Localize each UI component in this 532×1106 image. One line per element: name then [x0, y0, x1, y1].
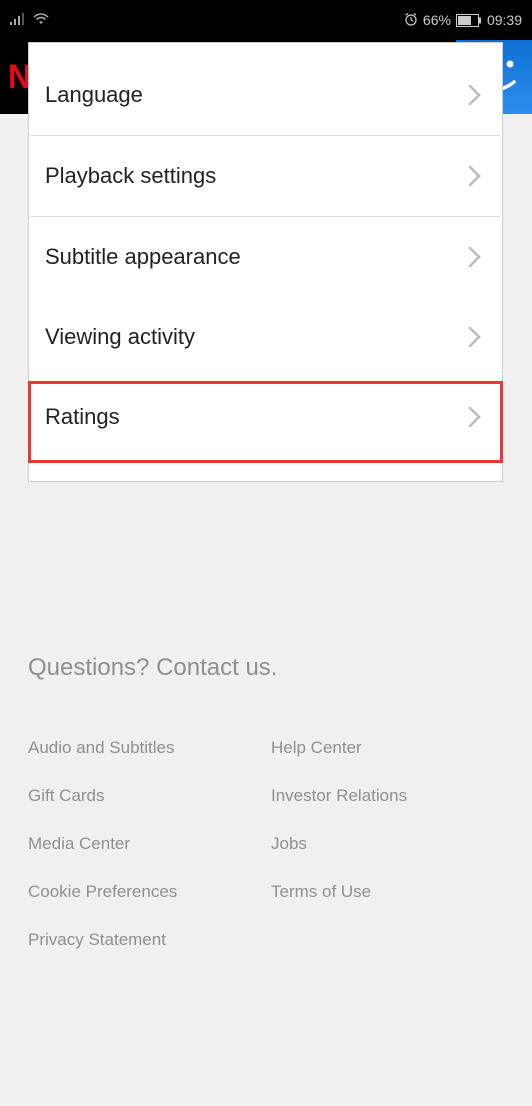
footer-link-cookie-preferences[interactable]: Cookie Preferences	[28, 882, 261, 902]
alarm-icon	[404, 12, 418, 29]
settings-label: Language	[45, 82, 143, 108]
signal-icon	[10, 12, 26, 28]
footer-link-audio-subtitles[interactable]: Audio and Subtitles	[28, 738, 261, 758]
footer: Questions? Contact us. Audio and Subtitl…	[0, 654, 532, 950]
settings-label: Playback settings	[45, 163, 216, 189]
chevron-right-icon	[468, 326, 482, 348]
footer-link-jobs[interactable]: Jobs	[271, 834, 504, 854]
wifi-icon	[32, 12, 50, 28]
footer-links: Audio and Subtitles Help Center Gift Car…	[28, 738, 504, 950]
footer-link-investor-relations[interactable]: Investor Relations	[271, 786, 504, 806]
settings-item-playback[interactable]: Playback settings	[31, 136, 500, 217]
battery-percent: 66%	[423, 12, 451, 28]
footer-link-gift-cards[interactable]: Gift Cards	[28, 786, 261, 806]
status-right: 66% 09:39	[404, 12, 522, 29]
settings-label: Subtitle appearance	[45, 244, 241, 270]
settings-label: Viewing activity	[45, 324, 195, 350]
settings-panel: Language Playback settings Subtitle appe…	[28, 42, 503, 482]
settings-item-viewing-activity[interactable]: Viewing activity	[31, 297, 500, 377]
footer-link-media-center[interactable]: Media Center	[28, 834, 261, 854]
chevron-right-icon	[468, 165, 482, 187]
chevron-right-icon	[468, 246, 482, 268]
contact-link[interactable]: Questions? Contact us.	[28, 654, 504, 682]
settings-item-language[interactable]: Language	[31, 55, 500, 136]
content: Language Playback settings Subtitle appe…	[0, 114, 532, 950]
status-time: 09:39	[487, 12, 522, 28]
chevron-right-icon	[468, 84, 482, 106]
battery-icon	[456, 14, 482, 27]
settings-item-ratings[interactable]: Ratings	[31, 377, 500, 457]
settings-item-subtitle[interactable]: Subtitle appearance	[31, 217, 500, 297]
chevron-right-icon	[468, 406, 482, 428]
footer-link-help-center[interactable]: Help Center	[271, 738, 504, 758]
footer-link-terms-of-use[interactable]: Terms of Use	[271, 882, 504, 902]
status-left	[10, 12, 50, 28]
status-bar: 66% 09:39	[0, 0, 532, 40]
settings-label: Ratings	[45, 404, 120, 430]
footer-link-privacy-statement[interactable]: Privacy Statement	[28, 930, 261, 950]
